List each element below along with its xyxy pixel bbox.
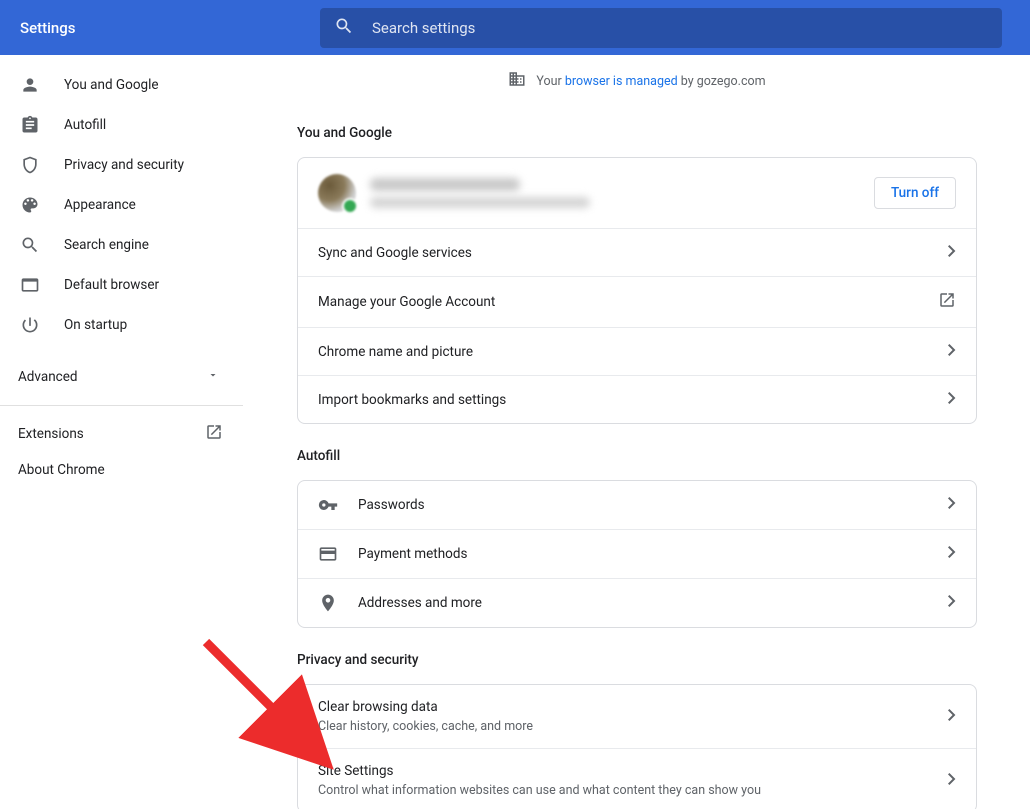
sidebar-item-on-startup[interactable]: On startup: [0, 305, 243, 345]
palette-icon: [20, 195, 40, 215]
sidebar-item-privacy[interactable]: Privacy and security: [0, 145, 243, 185]
sidebar-item-label: Search engine: [64, 237, 149, 253]
row-import-bookmarks[interactable]: Import bookmarks and settings: [298, 375, 976, 423]
location-icon: [318, 593, 338, 613]
row-clear-browsing-data[interactable]: Clear browsing data Clear history, cooki…: [298, 685, 976, 748]
row-addresses[interactable]: Addresses and more: [298, 578, 976, 627]
credit-card-icon: [318, 544, 338, 564]
chevron-right-icon: [948, 344, 956, 360]
profile-row: Turn off: [298, 158, 976, 228]
sidebar-item-label: You and Google: [64, 77, 159, 93]
power-icon: [20, 315, 40, 335]
managed-bar: Your browser is managed by gozego.com: [244, 61, 1030, 101]
chevron-right-icon: [948, 709, 956, 725]
sidebar-item-label: Privacy and security: [64, 157, 184, 173]
turn-off-button[interactable]: Turn off: [874, 177, 956, 209]
chevron-right-icon: [948, 392, 956, 408]
main-content: Your browser is managed by gozego.com Yo…: [244, 55, 1030, 809]
sidebar-item-extensions[interactable]: Extensions: [0, 416, 243, 452]
sidebar-advanced-toggle[interactable]: Advanced: [0, 357, 243, 397]
row-site-settings[interactable]: Site Settings Control what information w…: [298, 748, 976, 809]
row-passwords[interactable]: Passwords: [298, 481, 976, 529]
row-manage-google-account[interactable]: Manage your Google Account: [298, 276, 976, 327]
external-link-icon: [205, 423, 223, 445]
chevron-right-icon: [948, 497, 956, 513]
section-title: You and Google: [297, 111, 977, 157]
profile-name-redacted: [370, 178, 520, 191]
external-link-icon: [938, 291, 956, 313]
sidebar-item-autofill[interactable]: Autofill: [0, 105, 243, 145]
avatar: [318, 174, 356, 212]
sidebar-item-search-engine[interactable]: Search engine: [0, 225, 243, 265]
search-box[interactable]: [320, 8, 1002, 48]
section-you-and-google: You and Google Turn off Sync and Google …: [297, 111, 977, 424]
sidebar-item-you-and-google[interactable]: You and Google: [0, 65, 243, 105]
section-title: Autofill: [297, 434, 977, 480]
chevron-right-icon: [948, 546, 956, 562]
section-autofill: Autofill Passwords Payment methods Addre…: [297, 434, 977, 628]
magnify-icon: [20, 235, 40, 255]
managed-text: Your browser is managed by gozego.com: [536, 74, 765, 89]
row-chrome-name-picture[interactable]: Chrome name and picture: [298, 327, 976, 375]
row-payment-methods[interactable]: Payment methods: [298, 529, 976, 578]
person-icon: [20, 75, 40, 95]
clipboard-icon: [20, 115, 40, 135]
search-icon: [334, 16, 354, 40]
sidebar-item-label: Appearance: [64, 197, 136, 213]
chevron-right-icon: [948, 595, 956, 611]
sidebar-item-default-browser[interactable]: Default browser: [0, 265, 243, 305]
sidebar-item-appearance[interactable]: Appearance: [0, 185, 243, 225]
sidebar-item-about[interactable]: About Chrome: [0, 452, 243, 488]
sidebar-divider: [0, 405, 243, 406]
shield-icon: [20, 155, 40, 175]
section-title: Privacy and security: [297, 638, 977, 684]
section-privacy: Privacy and security Clear browsing data…: [297, 638, 977, 809]
chevron-down-icon: [207, 369, 219, 385]
managed-link[interactable]: browser is managed: [565, 74, 678, 89]
advanced-label: Advanced: [18, 369, 78, 385]
row-sync-services[interactable]: Sync and Google services: [298, 228, 976, 276]
browser-icon: [20, 275, 40, 295]
chevron-right-icon: [948, 773, 956, 789]
profile-email-redacted: [370, 197, 590, 208]
search-input[interactable]: [372, 19, 988, 37]
sidebar: You and Google Autofill Privacy and secu…: [0, 55, 244, 809]
extensions-label: Extensions: [18, 426, 84, 442]
page-title: Settings: [0, 19, 320, 37]
chevron-right-icon: [948, 245, 956, 261]
key-icon: [318, 495, 338, 515]
sidebar-item-label: Autofill: [64, 117, 106, 133]
sidebar-item-label: Default browser: [64, 277, 159, 293]
header-bar: Settings: [0, 0, 1030, 55]
building-icon: [508, 70, 526, 92]
sidebar-item-label: On startup: [64, 317, 127, 333]
about-label: About Chrome: [18, 462, 105, 478]
